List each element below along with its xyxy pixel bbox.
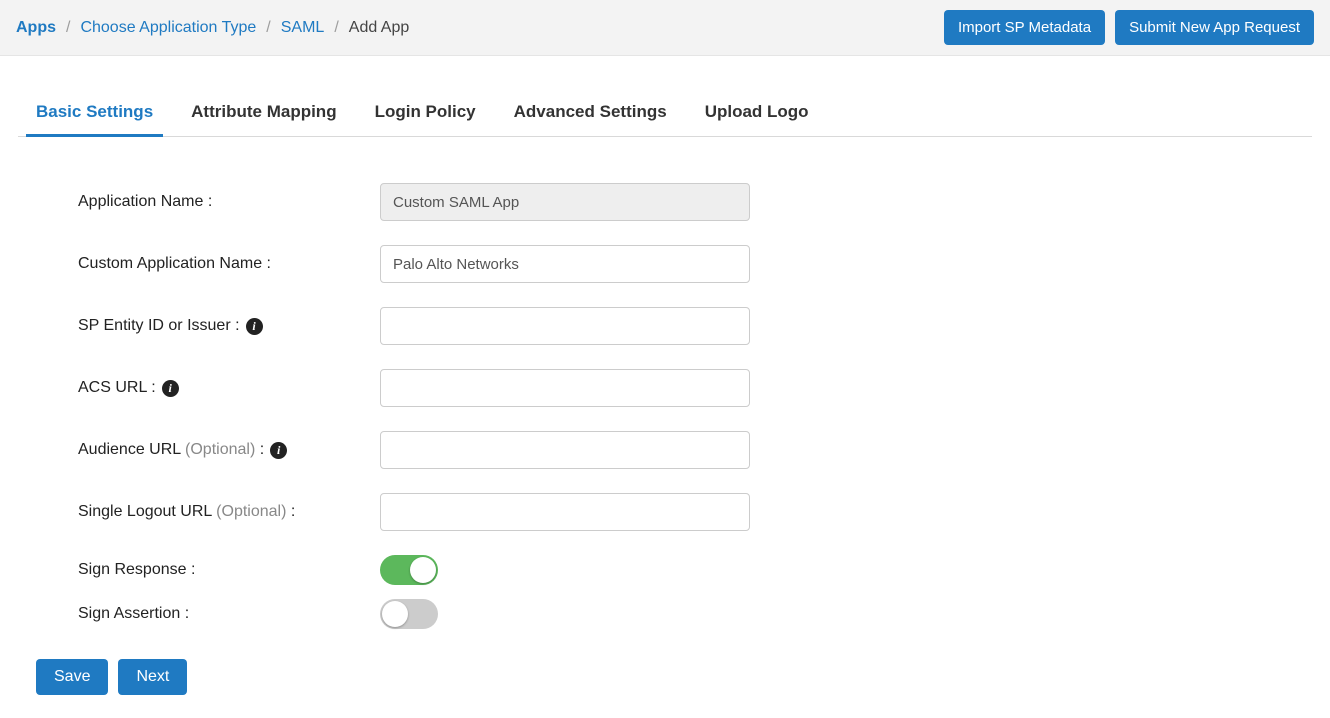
single-logout-url-input[interactable] (380, 493, 750, 531)
audience-url-label: Audience URL (Optional) : i (78, 441, 380, 459)
submit-new-app-request-button[interactable]: Submit New App Request (1115, 10, 1314, 45)
application-name-label: Application Name : (78, 193, 380, 211)
toggle-knob (382, 601, 408, 627)
breadcrumb-apps[interactable]: Apps (16, 19, 56, 37)
tab-login-policy[interactable]: Login Policy (373, 92, 478, 136)
toggle-knob (410, 557, 436, 583)
breadcrumb-separator: / (66, 19, 70, 37)
custom-application-name-label: Custom Application Name : (78, 255, 380, 273)
sp-entity-id-input[interactable] (380, 307, 750, 345)
sign-response-label: Sign Response : (78, 561, 380, 579)
next-button[interactable]: Next (118, 659, 187, 695)
info-icon[interactable]: i (162, 380, 179, 397)
breadcrumb-current: Add App (349, 19, 410, 37)
tabs: Basic Settings Attribute Mapping Login P… (18, 92, 1312, 137)
acs-url-input[interactable] (380, 369, 750, 407)
sp-entity-id-label: SP Entity ID or Issuer : i (78, 317, 380, 335)
tab-upload-logo[interactable]: Upload Logo (703, 92, 811, 136)
sign-assertion-label: Sign Assertion : (78, 605, 380, 623)
single-logout-url-label: Single Logout URL (Optional) : (78, 503, 380, 521)
sign-assertion-toggle[interactable] (380, 599, 438, 629)
info-icon[interactable]: i (246, 318, 263, 335)
tab-attribute-mapping[interactable]: Attribute Mapping (189, 92, 338, 136)
breadcrumb-choose-type[interactable]: Choose Application Type (80, 19, 256, 37)
acs-url-label: ACS URL : i (78, 379, 380, 397)
save-button[interactable]: Save (36, 659, 108, 695)
audience-url-input[interactable] (380, 431, 750, 469)
breadcrumb-separator: / (334, 19, 338, 37)
breadcrumb: Apps / Choose Application Type / SAML / … (16, 19, 409, 37)
tab-basic-settings[interactable]: Basic Settings (34, 92, 155, 136)
custom-application-name-input[interactable] (380, 245, 750, 283)
form: Application Name : Custom Application Na… (18, 183, 1312, 629)
sign-response-toggle[interactable] (380, 555, 438, 585)
tab-advanced-settings[interactable]: Advanced Settings (512, 92, 669, 136)
breadcrumb-saml[interactable]: SAML (281, 19, 325, 37)
breadcrumb-separator: / (266, 19, 270, 37)
import-sp-metadata-button[interactable]: Import SP Metadata (944, 10, 1105, 45)
application-name-input (380, 183, 750, 221)
info-icon[interactable]: i (270, 442, 287, 459)
